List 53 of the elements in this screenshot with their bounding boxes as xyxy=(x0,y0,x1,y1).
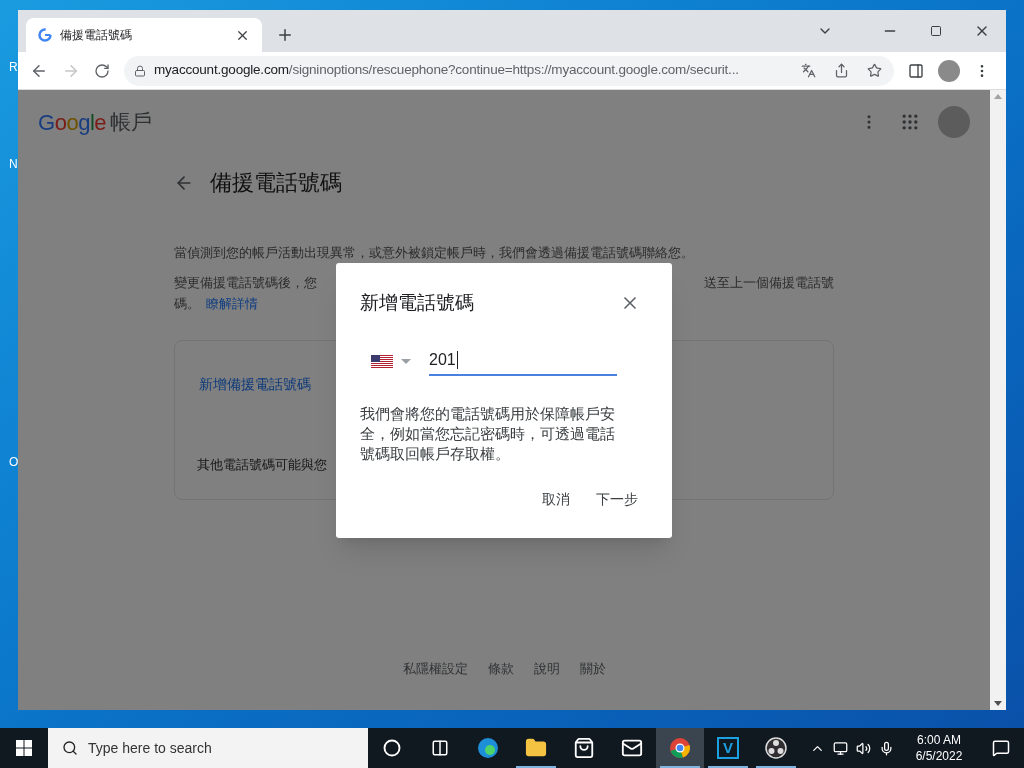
app-letter-icon: V xyxy=(717,737,739,759)
page-description: 當偵測到您的帳戶活動出現異常，或意外被鎖定帳戶時，我們會透過備援電話號碼聯絡您。 xyxy=(174,244,695,262)
google-g-icon xyxy=(38,28,52,42)
volume-icon[interactable] xyxy=(856,740,871,756)
clock[interactable]: 6:00 AM 6/5/2022 xyxy=(900,732,978,764)
bookmark-star-icon[interactable] xyxy=(867,63,882,78)
lock-icon xyxy=(134,64,146,77)
mail-icon xyxy=(621,737,643,759)
maximize-icon[interactable] xyxy=(930,25,942,37)
windows-logo-icon xyxy=(16,740,32,756)
dialog-title: 新增電話號碼 xyxy=(360,291,474,315)
obs-icon xyxy=(765,737,787,759)
share-icon[interactable] xyxy=(834,63,849,78)
address-bar[interactable]: myaccount.google.com/signinoptions/rescuephone?continue=https://myaccount.google.com/securit... xyxy=(124,55,894,86)
profile-avatar[interactable] xyxy=(938,59,960,82)
taskbar-app[interactable]: V xyxy=(704,728,752,768)
reload-icon[interactable] xyxy=(94,62,110,79)
new-tab-icon[interactable] xyxy=(276,26,294,44)
translate-icon[interactable] xyxy=(801,63,816,78)
google-logo: Google xyxy=(38,108,106,137)
taskbar-search-field[interactable]: Type here to search xyxy=(48,728,368,768)
network-icon[interactable] xyxy=(833,740,848,756)
flag-icon xyxy=(371,354,393,369)
page-title: 備援電話號碼 xyxy=(210,169,342,197)
desktop-icon-label: R xyxy=(9,59,18,76)
country-selector[interactable] xyxy=(371,354,411,369)
desktop-icon-label: N xyxy=(9,156,18,173)
description-text: 碼。 xyxy=(174,295,200,313)
url-text: myaccount.google.com/signinoptions/rescuephone?continue=https://myaccount.google.com/securit... xyxy=(154,61,740,80)
desktop-icon-label: O xyxy=(9,454,19,471)
browser-icon xyxy=(477,737,499,759)
microphone-icon[interactable] xyxy=(879,740,894,756)
search-icon xyxy=(62,740,78,756)
scroll-down-icon[interactable] xyxy=(994,701,1002,706)
folder-icon xyxy=(525,737,547,759)
dialog-button[interactable]: 取消 xyxy=(532,483,580,516)
side-panel-icon[interactable] xyxy=(908,62,924,79)
circle-icon xyxy=(383,739,401,757)
dialog-description: 我們會將您的電話號碼用於保障帳戶安全，例如當您忘記密碼時，可透過電話號碼取回帳戶存取權。 xyxy=(360,403,616,464)
notifications-icon[interactable] xyxy=(992,739,1010,757)
shopping-bag-icon xyxy=(573,737,595,759)
tab-title: 備援電話號碼 xyxy=(60,27,133,44)
phone-number-field[interactable]: 201 xyxy=(429,345,617,376)
task-view-icon xyxy=(431,739,449,757)
dialog-button[interactable]: 下一步 xyxy=(586,483,648,516)
browser-tab[interactable]: 備援電話號碼 xyxy=(26,18,262,52)
product-name: 帳戶 xyxy=(110,109,152,136)
card-note: 其他電話號碼可能與您 xyxy=(197,455,327,474)
description-text: 變更備援電話號碼後，您 xyxy=(174,273,317,292)
search-input[interactable]: Type here to search xyxy=(88,737,338,759)
dropdown-arrow-icon xyxy=(401,359,411,364)
chrome-icon xyxy=(669,737,691,759)
apps-grid-icon[interactable] xyxy=(900,112,920,132)
